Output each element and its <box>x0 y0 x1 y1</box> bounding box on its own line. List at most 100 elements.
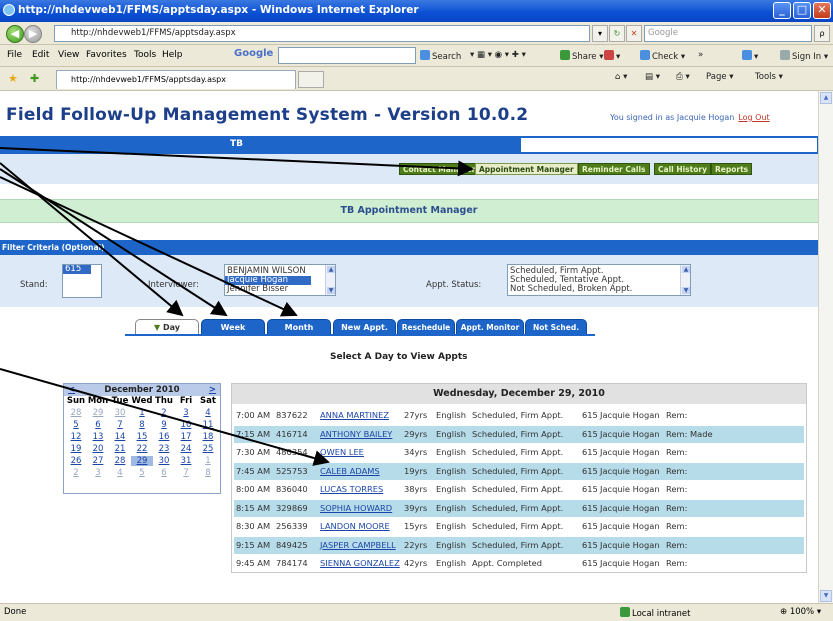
calendar-day[interactable]: 7 <box>109 420 131 430</box>
interviewer-listbox[interactable]: BENJAMIN WILSON Jacquie Hogan Jennifer B… <box>224 264 336 296</box>
toolbar-search[interactable]: Search <box>420 50 461 62</box>
forward-button[interactable]: ▶ <box>24 25 42 43</box>
address-bar[interactable]: http://nhdevweb1/FFMS/apptsday.aspx <box>54 25 590 42</box>
home-icon[interactable]: ⌂ ▾ <box>615 72 627 82</box>
sign-in-link[interactable]: Sign In ▾ <box>780 50 828 62</box>
zoom-level[interactable]: ⊕ 100% ▾ <box>780 607 821 617</box>
calendar-day[interactable]: 13 <box>87 432 109 442</box>
menu-help[interactable]: Help <box>162 50 183 60</box>
calendar-day[interactable]: 8 <box>197 468 219 478</box>
search-button[interactable]: ρ <box>814 25 830 42</box>
calendar-day[interactable]: 31 <box>175 456 197 466</box>
calendar-day[interactable]: 1 <box>131 408 153 418</box>
calendar-day[interactable]: 15 <box>131 432 153 442</box>
toolbar-wrench[interactable]: ▾ <box>742 50 758 62</box>
refresh-icon[interactable]: ↻ <box>609 25 625 42</box>
page-menu[interactable]: Page ▾ <box>706 72 734 82</box>
status-option[interactable]: Not Scheduled, Broken Appt. <box>508 285 690 294</box>
menu-view[interactable]: View <box>58 50 79 60</box>
calendar-day[interactable]: 10 <box>175 420 197 430</box>
calendar-day[interactable]: 24 <box>175 444 197 454</box>
calendar-day[interactable]: 8 <box>131 420 153 430</box>
stop-icon[interactable]: ✕ <box>626 25 642 42</box>
calendar-day[interactable]: 4 <box>109 468 131 478</box>
address-dropdown-button[interactable]: ▾ <box>592 25 608 42</box>
print-icon[interactable]: ⎙ ▾ <box>676 72 690 82</box>
calendar-day[interactable]: 22 <box>131 444 153 454</box>
calendar-day[interactable]: 21 <box>109 444 131 454</box>
calendar-day[interactable]: 16 <box>153 432 175 442</box>
toolbar-extras[interactable]: ▾ ▦ ▾ ◉ ▾ ✚ ▾ <box>470 50 526 60</box>
calendar-day[interactable]: 19 <box>65 444 87 454</box>
tab-appt-monitor[interactable]: Appt. Monitor <box>456 319 524 335</box>
close-button[interactable]: ✕ <box>813 2 831 19</box>
calendar-day[interactable]: 28 <box>109 456 131 466</box>
patient-name-link[interactable]: SOPHIA HOWARD <box>320 500 392 517</box>
menu-favorites[interactable]: Favorites <box>86 50 127 60</box>
tab-new-appt[interactable]: New Appt. <box>333 319 396 335</box>
calendar-day[interactable]: 30 <box>109 408 131 418</box>
add-favorite-icon[interactable]: ✚ <box>30 72 39 85</box>
tab-not-sched[interactable]: Not Sched. <box>525 319 587 335</box>
stand-listbox[interactable]: 615 <box>62 264 102 298</box>
browser-tab[interactable]: http://nhdevweb1/FFMS/apptsday.aspx <box>56 70 296 89</box>
nav-reminder-calls[interactable]: Reminder Calls <box>578 163 650 175</box>
tools-menu[interactable]: Tools ▾ <box>755 72 783 82</box>
calendar-day-selected[interactable]: 29 <box>131 456 153 466</box>
calendar-day[interactable]: 2 <box>65 468 87 478</box>
calendar-day[interactable]: 30 <box>153 456 175 466</box>
menu-edit[interactable]: Edit <box>32 50 49 60</box>
calendar-day[interactable]: 18 <box>197 432 219 442</box>
calendar-day[interactable]: 14 <box>109 432 131 442</box>
calendar-day[interactable]: 27 <box>87 456 109 466</box>
new-tab-button[interactable] <box>298 71 324 88</box>
nav-reports[interactable]: Reports <box>711 163 753 175</box>
patient-name-link[interactable]: JASPER CAMPBELL <box>320 537 396 554</box>
scroll-up-arrow[interactable]: ▲ <box>820 92 832 104</box>
patient-name-link[interactable]: ANTHONY BAILEY <box>320 426 392 443</box>
toolbar-bookmark[interactable]: ▾ <box>604 50 620 62</box>
calendar-prev-link[interactable]: < <box>68 384 75 396</box>
toolbar-check[interactable]: Check ▾ <box>640 50 685 62</box>
nav-call-history[interactable]: Call History <box>654 163 711 175</box>
patient-name-link[interactable]: ANNA MARTINEZ <box>320 407 389 424</box>
calendar-day[interactable]: 5 <box>131 468 153 478</box>
menu-tools[interactable]: Tools <box>134 50 156 60</box>
patient-name-link[interactable]: LUCAS TORRES <box>320 481 383 498</box>
patient-name-link[interactable]: OWEN LEE <box>320 444 364 461</box>
calendar-day[interactable]: 25 <box>197 444 219 454</box>
calendar-next-link[interactable]: > <box>209 384 216 396</box>
patient-name-link[interactable]: SIENNA GONZALEZ <box>320 555 400 572</box>
tab-month[interactable]: Month <box>267 319 331 335</box>
patient-name-link[interactable]: LANDON MOORE <box>320 518 390 535</box>
calendar-day[interactable]: 28 <box>65 408 87 418</box>
minimize-button[interactable]: _ <box>773 2 791 19</box>
back-button[interactable]: ◀ <box>6 25 24 43</box>
toolbar-share[interactable]: Share ▾ <box>560 50 604 62</box>
stand-option[interactable]: 615 <box>63 265 91 274</box>
calendar-day[interactable]: 6 <box>153 468 175 478</box>
calendar-day[interactable]: 1 <box>197 456 219 466</box>
scroll-down-arrow[interactable]: ▼ <box>820 590 832 602</box>
calendar-day[interactable]: 12 <box>65 432 87 442</box>
status-scrollbar[interactable]: ▲ ▼ <box>680 265 690 295</box>
calendar-day[interactable]: 26 <box>65 456 87 466</box>
calendar-day[interactable]: 2 <box>153 408 175 418</box>
calendar-day[interactable]: 6 <box>87 420 109 430</box>
toolbar-more[interactable]: » <box>698 50 703 60</box>
nav-contact-manager[interactable]: Contact Manager <box>399 163 480 175</box>
calendar-day[interactable]: 3 <box>87 468 109 478</box>
logout-link[interactable]: Log Out <box>738 113 769 122</box>
calendar-day[interactable]: 23 <box>153 444 175 454</box>
patient-name-link[interactable]: CALEB ADAMS <box>320 463 380 480</box>
menu-file[interactable]: File <box>7 50 22 60</box>
maximize-button[interactable]: □ <box>793 2 811 19</box>
calendar-day[interactable]: 29 <box>87 408 109 418</box>
calendar-day[interactable]: 7 <box>175 468 197 478</box>
interviewer-scrollbar[interactable]: ▲ ▼ <box>325 265 335 295</box>
google-toolbar-input[interactable] <box>278 47 416 64</box>
status-listbox[interactable]: Scheduled, Firm Appt. Scheduled, Tentati… <box>507 264 691 296</box>
calendar-day[interactable]: 11 <box>197 420 219 430</box>
search-input[interactable]: Google <box>644 25 812 42</box>
feeds-icon[interactable]: ▤ ▾ <box>645 72 660 82</box>
